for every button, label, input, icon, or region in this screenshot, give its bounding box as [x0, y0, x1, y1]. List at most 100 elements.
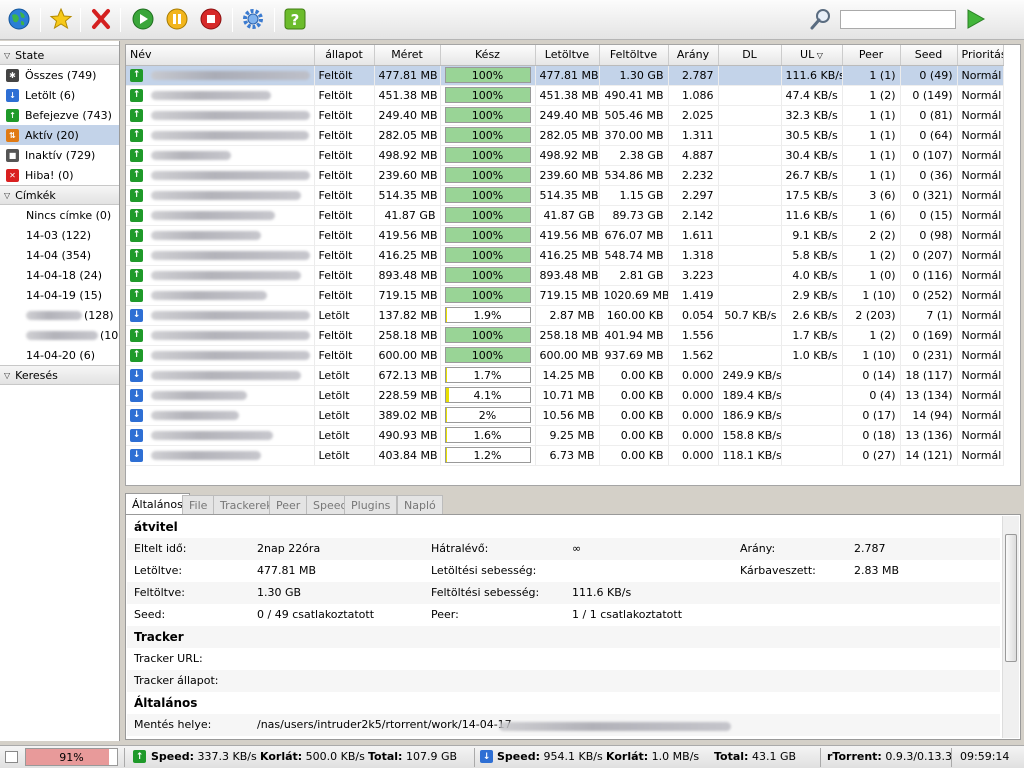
- size-cell: 41.87 GB: [374, 205, 441, 226]
- table-row[interactable]: ↑ Feltölt 258.18 MB 100% 258.18 MB 401.94 MB 1…: [126, 325, 1004, 346]
- table-row[interactable]: ↑ Feltölt 41.87 GB 100% 41.87 GB 89.73 GB 2.14…: [126, 205, 1004, 226]
- table-row[interactable]: ↑ Feltölt 451.38 MB 100% 451.38 MB 490.41 MB 1…: [126, 85, 1004, 106]
- status-cell: Feltölt: [314, 205, 375, 226]
- table-row[interactable]: ↓ Letölt 228.59 MB 4.1% 10.71 MB 0.00 KB 0.000…: [126, 385, 1004, 406]
- elapsed-value: 2nap 22óra: [257, 542, 321, 555]
- help-icon[interactable]: ?: [282, 6, 308, 32]
- labels-header[interactable]: ▽ Címkék: [0, 185, 119, 205]
- column-header[interactable]: Arány: [668, 45, 719, 66]
- ul-cell: 0.00 KB: [599, 425, 669, 446]
- redacted-name: [151, 450, 261, 460]
- column-header[interactable]: Letöltve: [535, 45, 600, 66]
- table-row[interactable]: ↑ Feltölt 239.60 MB 100% 239.60 MB 534.86 MB 2…: [126, 165, 1004, 186]
- upload-arrow-icon: ↑: [133, 750, 146, 763]
- redacted-name: [151, 90, 271, 100]
- tab-item[interactable]: Napló: [397, 495, 443, 514]
- upload-limit[interactable]: 500.0 KB/s: [306, 750, 365, 763]
- seed-cell: 0 (321): [900, 185, 958, 206]
- inactive-icon: ■: [6, 148, 19, 162]
- redacted-name: [151, 70, 310, 80]
- state-filter-item[interactable]: ✱ Összes (749): [0, 65, 119, 85]
- label-filter-item[interactable]: 14-04-19 (15): [0, 285, 119, 305]
- table-row[interactable]: ↓ Letölt 490.93 MB 1.6% 9.25 MB 0.00 KB 0.000 1…: [126, 425, 1004, 446]
- label-filter-item[interactable]: 14-04-20 (6): [0, 345, 119, 365]
- table-row[interactable]: ↓ Letölt 672.13 MB 1.7% 14.25 MB 0.00 KB 0.000…: [126, 365, 1004, 386]
- state-filter-item[interactable]: ⇅ Aktív (20): [0, 125, 119, 145]
- column-header[interactable]: Feltöltve: [599, 45, 669, 66]
- prio-cell: Normál: [957, 225, 1004, 246]
- table-row[interactable]: ↑ Feltölt 249.40 MB 100% 249.40 MB 505.46 MB 2…: [126, 105, 1004, 126]
- label-filter-item[interactable]: (10: [0, 325, 119, 345]
- column-header[interactable]: állapot: [314, 45, 375, 66]
- seed-cell: 0 (149): [900, 85, 958, 106]
- stop-icon[interactable]: [198, 6, 224, 32]
- done-cell: 100%: [440, 185, 536, 206]
- column-header[interactable]: Méret: [374, 45, 441, 66]
- table-row[interactable]: ↑ Feltölt 282.05 MB 100% 282.05 MB 370.00 MB 1…: [126, 125, 1004, 146]
- column-header[interactable]: Név: [126, 45, 315, 66]
- table-row[interactable]: ↑ Feltölt 893.48 MB 100% 893.48 MB 2.81 GB 3.2…: [126, 265, 1004, 286]
- column-header[interactable]: Seed: [900, 45, 958, 66]
- dl-cell: 41.87 GB: [535, 205, 600, 226]
- details-scrollbar[interactable]: [1002, 516, 1019, 738]
- upload-speed: 337.3 KB/s: [197, 750, 257, 763]
- column-header[interactable]: DL: [718, 45, 782, 66]
- size-cell: 228.59 MB: [374, 385, 441, 406]
- state-filter-item[interactable]: ↑ Befejezve (743): [0, 105, 119, 125]
- table-row[interactable]: ↑ Feltölt 514.35 MB 100% 514.35 MB 1.15 GB 2.2…: [126, 185, 1004, 206]
- done-cell: 100%: [440, 285, 536, 306]
- table-row[interactable]: ↓ Letölt 137.82 MB 1.9% 2.87 MB 160.00 KB 0.05…: [126, 305, 1004, 326]
- state-filter-item[interactable]: ↓ Letölt (6): [0, 85, 119, 105]
- table-row[interactable]: ↑ Feltölt 419.56 MB 100% 419.56 MB 676.07 MB 1…: [126, 225, 1004, 246]
- tab-item[interactable]: Peer: [269, 495, 308, 514]
- ulspeed-cell: [781, 405, 843, 426]
- ratio-cell: 1.556: [668, 325, 719, 346]
- scrollbar-thumb[interactable]: [1005, 534, 1017, 662]
- label-filter-item[interactable]: (128): [0, 305, 119, 325]
- tab-item[interactable]: Általános: [125, 493, 190, 514]
- pause-icon[interactable]: [164, 6, 190, 32]
- peer-cell: 2 (203): [842, 305, 901, 326]
- label-filter-item[interactable]: Nincs címke (0): [0, 205, 119, 225]
- ratio-cell: 0.000: [668, 425, 719, 446]
- state-header[interactable]: ▽ State: [0, 45, 119, 65]
- search-header[interactable]: ▽ Keresés: [0, 365, 119, 385]
- label-filter-item[interactable]: 14-04-18 (24): [0, 265, 119, 285]
- tab-item[interactable]: File: [182, 495, 215, 514]
- status-cell: Feltölt: [314, 105, 375, 126]
- search-go-icon[interactable]: [962, 6, 988, 32]
- search-input[interactable]: [840, 10, 956, 29]
- dl-cell: 249.40 MB: [535, 105, 600, 126]
- download-limit[interactable]: 1.0 MB/s: [652, 750, 699, 763]
- star-icon[interactable]: [48, 6, 74, 32]
- table-row[interactable]: ↓ Letölt 403.84 MB 1.2% 6.73 MB 0.00 KB 0.000 1…: [126, 445, 1004, 466]
- label-filter-item[interactable]: 14-04 (354): [0, 245, 119, 265]
- ratio-cell: 2.787: [668, 65, 719, 86]
- column-header[interactable]: Kész: [440, 45, 536, 66]
- state-filter-item[interactable]: ✕ Hiba! (0): [0, 165, 119, 185]
- ulspeed-cell: [781, 365, 843, 386]
- table-row[interactable]: ↓ Letölt 389.02 MB 2% 10.56 MB 0.00 KB 0.000 18…: [126, 405, 1004, 426]
- table-row[interactable]: ↑ Feltölt 498.92 MB 100% 498.92 MB 2.38 GB 4.8…: [126, 145, 1004, 166]
- label-filter-item[interactable]: 14-03 (122): [0, 225, 119, 245]
- start-icon[interactable]: [130, 6, 156, 32]
- table-row[interactable]: ↑ Feltölt 416.25 MB 100% 416.25 MB 548.74 MB 1…: [126, 245, 1004, 266]
- state-filter-item[interactable]: ■ Inaktív (729): [0, 145, 119, 165]
- ulspeed-cell: 2.9 KB/s: [781, 285, 843, 306]
- tab-item[interactable]: Plugins: [344, 495, 398, 514]
- table-row[interactable]: ↑ Feltölt 477.81 MB 100% 477.81 MB 1.30 GB 2.7…: [126, 65, 1004, 86]
- done-cell: 1.2%: [440, 445, 536, 466]
- column-header[interactable]: Prioritás: [957, 45, 1004, 66]
- column-header[interactable]: UL ▽: [781, 45, 843, 66]
- settings-gear-icon[interactable]: [240, 6, 266, 32]
- search-icon[interactable]: [808, 6, 834, 32]
- remove-icon[interactable]: [88, 6, 114, 32]
- size-cell: 258.18 MB: [374, 325, 441, 346]
- ulspeed-cell: [781, 385, 843, 406]
- status-cell: Feltölt: [314, 185, 375, 206]
- globe-icon[interactable]: [6, 6, 32, 32]
- table-row[interactable]: ↑ Feltölt 719.15 MB 100% 719.15 MB 1020.69 MB…: [126, 285, 1004, 306]
- table-row[interactable]: ↑ Feltölt 600.00 MB 100% 600.00 MB 937.69 MB 1…: [126, 345, 1004, 366]
- ratio-cell: 2.297: [668, 185, 719, 206]
- column-header[interactable]: Peer: [842, 45, 901, 66]
